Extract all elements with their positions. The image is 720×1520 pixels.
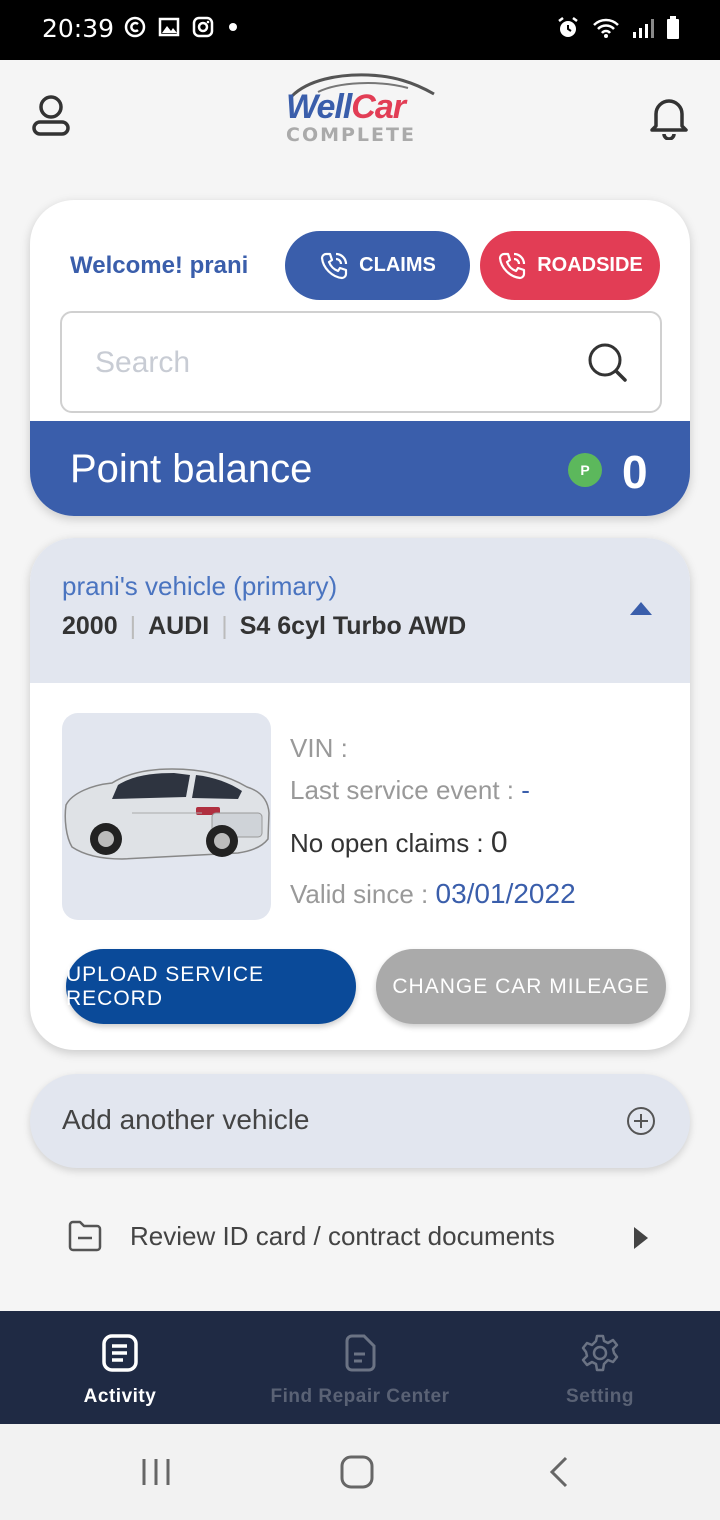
point-balance-value: 0 [622, 446, 648, 498]
profile-icon[interactable] [30, 94, 72, 138]
search-icon[interactable] [586, 341, 628, 383]
vin-row: VIN : [290, 733, 348, 764]
valid-since-label: Valid since : [290, 879, 429, 909]
vehicle-model: S4 6cyl Turbo AWD [239, 612, 467, 640]
last-service-label: Last service event : [290, 775, 514, 805]
last-service-value: - [521, 775, 530, 805]
search-input[interactable]: Search [60, 311, 662, 413]
nav-find-repair-center-label: Find Repair Center [270, 1386, 450, 1407]
review-documents-label: Review ID card / contract documents [130, 1221, 555, 1251]
nav-setting[interactable]: Setting [480, 1333, 720, 1408]
welcome-text: Welcome! prani [70, 252, 249, 279]
nav-activity[interactable]: Activity [0, 1333, 240, 1408]
system-nav-bar [0, 1424, 720, 1520]
collapse-caret-icon[interactable] [630, 602, 652, 615]
roadside-button[interactable]: ROADSIDE [480, 231, 660, 300]
status-left-icons [124, 16, 240, 38]
arrow-right-icon [634, 1227, 648, 1249]
phone-call-icon [321, 252, 348, 279]
vehicle-make: AUDI [148, 612, 210, 640]
vehicle-card: prani's vehicle (primary) 2000 | AUDI | S4 6… [30, 538, 690, 1050]
welcome-card: Welcome! prani CLAIMS ROADSIDE Search Po… [30, 200, 690, 516]
upload-service-record-button[interactable]: UPLOAD SERVICE RECORD [66, 949, 356, 1024]
claims-label: CLAIMS [359, 254, 436, 276]
open-claims-row: No open claims : 0 [290, 826, 508, 860]
notification-bell-icon[interactable] [648, 94, 690, 140]
change-car-mileage-button[interactable]: CHANGE CAR MILEAGE [376, 949, 666, 1024]
separator: | [221, 612, 228, 640]
activity-icon [102, 1334, 138, 1372]
point-balance-bar: Point balance P 0 [30, 421, 690, 516]
battery-icon [667, 16, 679, 39]
vehicle-header[interactable]: prani's vehicle (primary) 2000 | AUDI | S4 6… [30, 538, 690, 683]
last-service-row: Last service event : - [290, 775, 530, 806]
review-documents-link[interactable]: Review ID card / contract documents [66, 1215, 666, 1261]
add-vehicle-label: Add another vehicle [62, 1104, 310, 1135]
home-icon[interactable] [340, 1455, 374, 1489]
point-balance-label: Point balance [70, 447, 313, 491]
nav-activity-label: Activity [83, 1386, 157, 1407]
app-notification-icon [124, 16, 146, 38]
document-icon [345, 1334, 376, 1372]
nav-find-repair-center[interactable]: Find Repair Center [240, 1333, 480, 1408]
open-claims-label: No open claims : [290, 828, 484, 858]
vehicle-image [62, 713, 271, 920]
status-time: 20:39 [42, 14, 115, 43]
open-claims-value: 0 [490, 826, 508, 859]
vin-label: VIN : [290, 733, 348, 763]
valid-since-value: 03/01/2022 [435, 878, 576, 909]
gear-icon [581, 1334, 619, 1372]
valid-since-row: Valid since : 03/01/2022 [290, 878, 576, 910]
status-bar: 20:39 [0, 0, 720, 60]
plus-circle-icon [627, 1107, 655, 1135]
gallery-icon [158, 17, 180, 37]
instagram-icon [192, 16, 214, 38]
roadside-label: ROADSIDE [537, 254, 643, 276]
vehicle-specs: 2000 | AUDI | S4 6cyl Turbo AWD [62, 612, 466, 641]
search-placeholder: Search [95, 346, 191, 379]
dot-icon [229, 23, 237, 31]
back-icon[interactable] [548, 1456, 570, 1488]
folder-icon [68, 1220, 102, 1252]
point-badge-icon: P [568, 453, 602, 487]
logo-subtitle: COMPLETE [286, 124, 416, 146]
claims-button[interactable]: CLAIMS [285, 231, 470, 300]
signal-icon [633, 19, 654, 38]
bottom-nav: Activity Find Repair Center Setting [0, 1311, 720, 1424]
logo-wordmark: WellCar [286, 88, 406, 126]
add-vehicle-button[interactable]: Add another vehicle [30, 1074, 690, 1168]
alarm-icon [558, 17, 578, 37]
vehicle-year: 2000 [62, 612, 118, 640]
wifi-icon [593, 18, 619, 38]
sedan-car-icon [64, 768, 270, 860]
status-right-icons [556, 16, 680, 40]
wellcar-logo: WellCar COMPLETE [280, 72, 440, 152]
nav-setting-label: Setting [566, 1386, 634, 1407]
vehicle-title: prani's vehicle (primary) [62, 571, 338, 601]
recent-apps-icon[interactable] [140, 1457, 172, 1487]
separator: | [129, 612, 137, 640]
phone-call-icon [499, 252, 526, 279]
